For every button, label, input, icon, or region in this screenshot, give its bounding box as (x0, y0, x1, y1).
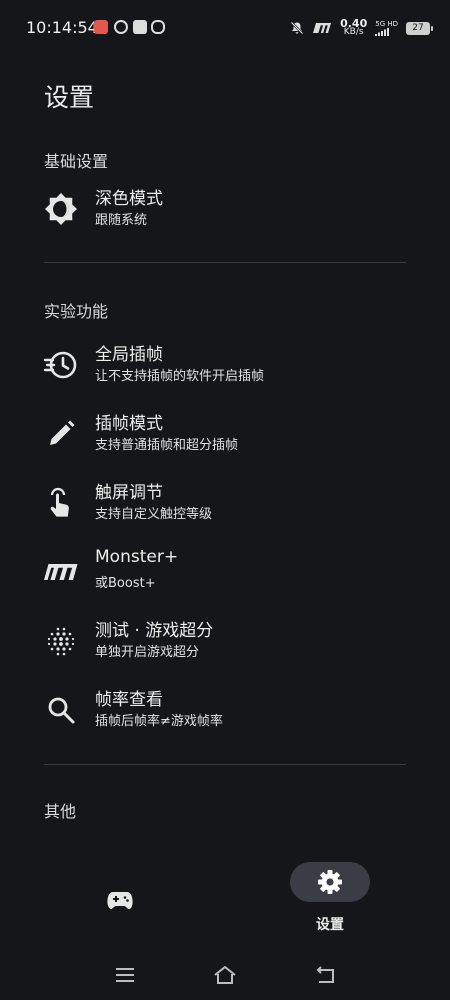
home-icon (214, 966, 236, 984)
section-header-basic: 基础设置 (44, 152, 109, 171)
bell-muted-icon (290, 21, 304, 35)
recents-button[interactable] (110, 962, 140, 988)
network-type-label: 5G HD (375, 20, 398, 28)
back-icon (316, 966, 334, 983)
page-title: 设置 (44, 83, 95, 112)
setting-title: Monster+ (95, 547, 179, 567)
setting-item-interpolation-mode[interactable]: 插帧模式 支持普通插帧和超分插帧 (0, 409, 450, 471)
dark-mode-icon (42, 190, 80, 228)
network-speed-unit: KB/s (343, 27, 364, 37)
monster-status-icon (313, 23, 332, 33)
nav-settings-tab[interactable]: 设置 (290, 862, 370, 937)
setting-subtitle: 让不支持插帧的软件开启插帧 (95, 369, 265, 384)
weibo-notification-icon (114, 20, 128, 34)
setting-item-global-interpolation[interactable]: 全局插帧 让不支持插帧的软件开启插帧 (0, 340, 450, 402)
pencil-icon (42, 415, 80, 453)
section-header-experimental: 实验功能 (44, 302, 109, 321)
battery-level: 27 (412, 22, 424, 33)
dots-grid-icon (42, 622, 80, 660)
setting-subtitle: 支持普通插帧和超分插帧 (95, 438, 239, 453)
setting-subtitle: 插帧后帧率≠游戏帧率 (95, 714, 223, 729)
setting-title: 全局插帧 (95, 345, 163, 365)
setting-title: 插帧模式 (95, 414, 163, 434)
nav-settings-label: 设置 (316, 917, 344, 933)
setting-item-monster-plus[interactable]: Monster+ 或Boost+ (0, 547, 450, 609)
nav-games-tab[interactable] (95, 880, 145, 920)
mail-notification-icon (133, 20, 147, 34)
monster-logo-icon (42, 553, 80, 591)
divider (44, 262, 406, 263)
status-right-group: 0.40 KB/s 5G HD 27 (290, 14, 433, 42)
back-button[interactable] (310, 962, 340, 988)
network-type: 5G HD (375, 20, 398, 36)
touch-icon (42, 484, 80, 522)
global-interpolation-icon (42, 346, 80, 384)
setting-subtitle: 支持自定义触控等级 (95, 507, 213, 522)
gear-icon (318, 870, 342, 894)
setting-title: 测试 · 游戏超分 (95, 621, 214, 641)
gamepad-icon (107, 892, 133, 909)
network-speed: 0.40 KB/s (340, 18, 367, 37)
chat-notification-icon (151, 20, 165, 34)
battery-indicator: 27 (406, 21, 433, 35)
status-bar: 10:14:54 0.40 KB/s 5G HD 27 (0, 0, 450, 56)
setting-title: 深色模式 (95, 189, 163, 209)
setting-item-touch-adjust[interactable]: 触屏调节 支持自定义触控等级 (0, 478, 450, 540)
setting-title: 触屏调节 (95, 483, 163, 503)
status-time: 10:14:54 (26, 18, 98, 37)
settings-screen: 10:14:54 0.40 KB/s 5G HD 27 设置 基础设置 深色模式… (0, 0, 450, 1000)
setting-item-game-upscale[interactable]: 测试 · 游戏超分 单独开启游戏超分 (0, 616, 450, 678)
signal-icon (375, 28, 390, 36)
setting-title: 帧率查看 (95, 690, 163, 710)
system-navigation-bar (0, 950, 450, 1000)
setting-item-dark-mode[interactable]: 深色模式 跟随系统 (0, 184, 450, 246)
setting-subtitle: 或Boost+ (95, 576, 156, 591)
home-button[interactable] (210, 962, 240, 988)
setting-item-fps-view[interactable]: 帧率查看 插帧后帧率≠游戏帧率 (0, 685, 450, 747)
divider (44, 764, 406, 765)
setting-subtitle: 单独开启游戏超分 (95, 645, 200, 660)
menu-icon (116, 968, 134, 982)
search-icon (42, 691, 80, 729)
setting-subtitle: 跟随系统 (95, 213, 148, 228)
section-header-other: 其他 (44, 802, 77, 821)
nav-settings-pill (290, 862, 370, 902)
app-notification-icon (94, 20, 108, 34)
bottom-navigation: 设置 (0, 850, 450, 950)
